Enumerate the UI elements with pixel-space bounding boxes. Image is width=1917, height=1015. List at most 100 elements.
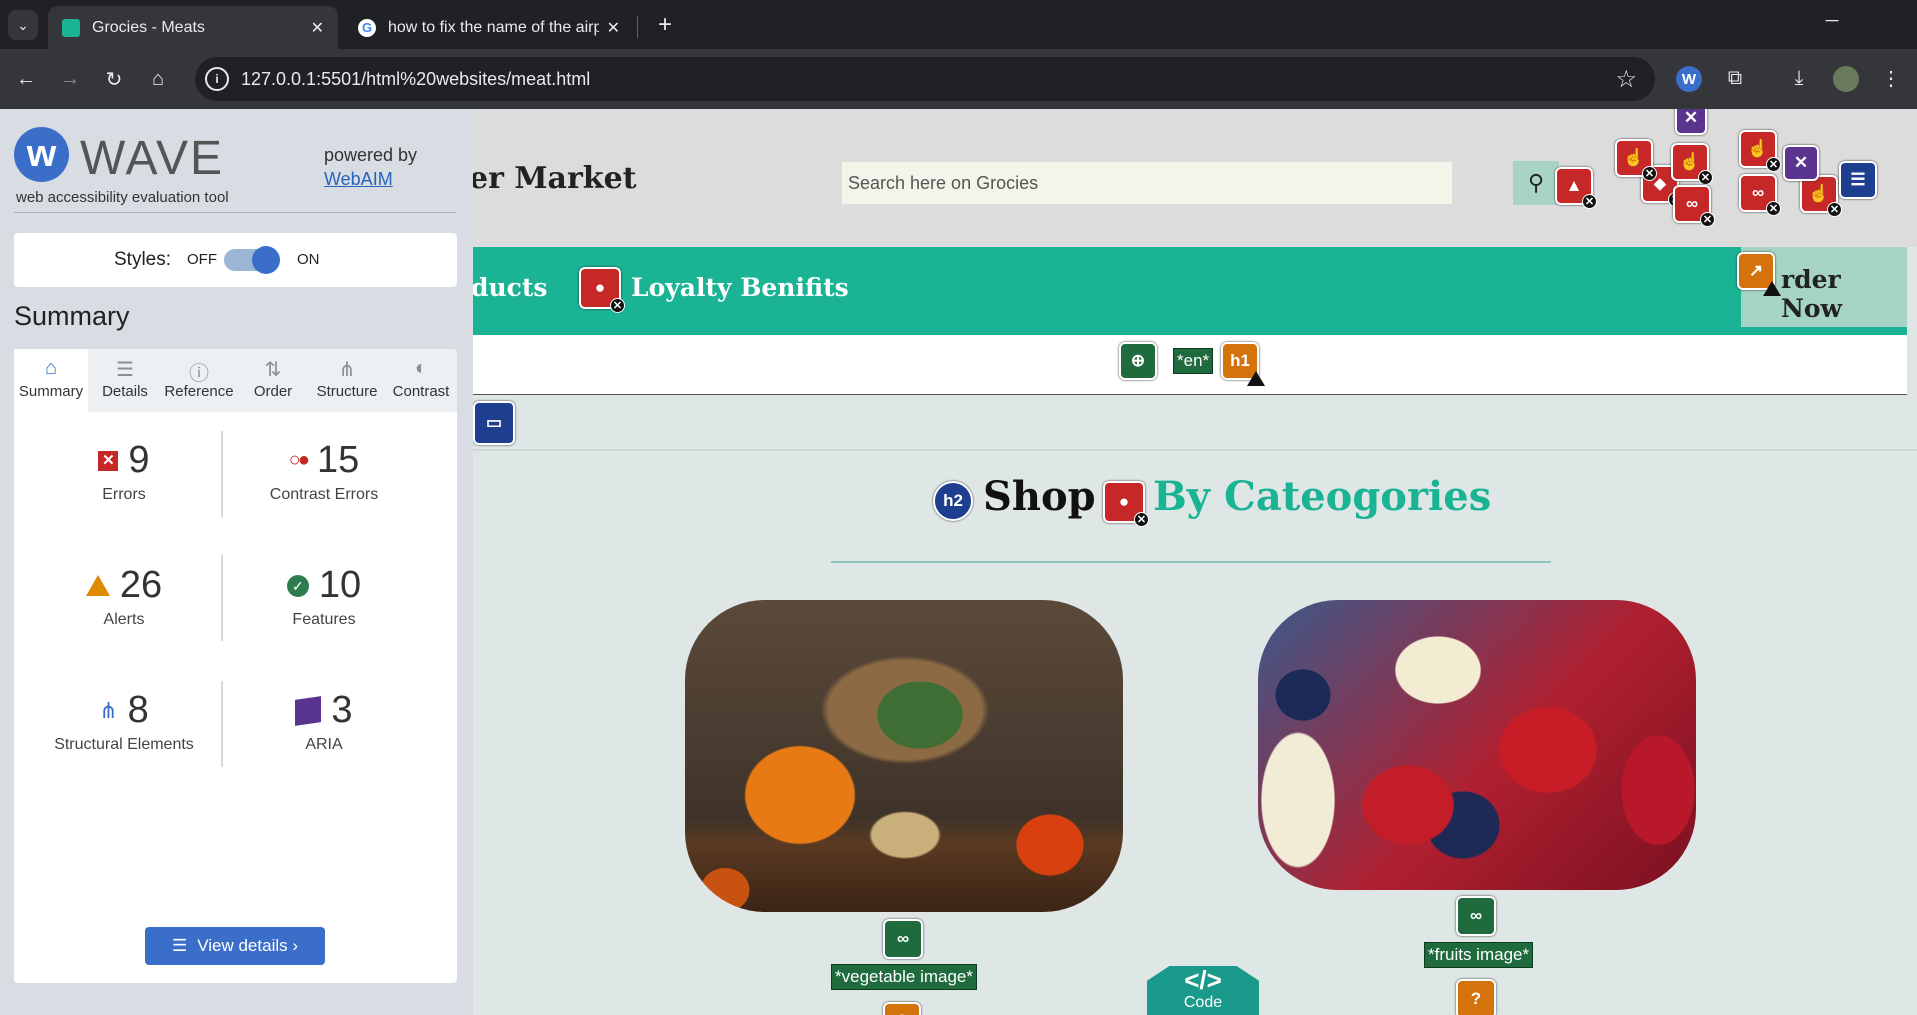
- tab-summary[interactable]: ⌂ Summary: [14, 349, 88, 412]
- stat-errors[interactable]: ✕ 9 Errors: [29, 439, 219, 504]
- shop-heading-accent: By Cateogories: [1153, 473, 1492, 520]
- wave-code-toggle-button[interactable]: </> Code: [1147, 966, 1259, 1015]
- fruit-category-image[interactable]: [1258, 600, 1696, 890]
- forward-icon[interactable]: →: [54, 63, 86, 95]
- stat-features[interactable]: ✓ 10 Features: [229, 564, 419, 629]
- view-details-label: View details ›: [197, 936, 299, 955]
- tab-reference[interactable]: ⓘ Reference: [162, 349, 236, 412]
- address-bar[interactable]: i 127.0.0.1:5501/html%20websites/meat.ht…: [195, 57, 1655, 101]
- tab-structure[interactable]: ⋔ Structure: [310, 349, 384, 412]
- aria-label: ARIA: [305, 736, 343, 753]
- styles-off-label[interactable]: OFF: [187, 251, 217, 268]
- wave-aria-icon[interactable]: ✕: [1675, 109, 1707, 135]
- styles-on-label[interactable]: ON: [297, 251, 320, 268]
- tab-divider: [637, 16, 638, 38]
- order-icon: ⇅: [264, 359, 282, 381]
- wave-extension-icon[interactable]: W: [1676, 66, 1702, 92]
- tab-details[interactable]: ☰ Details: [88, 349, 162, 412]
- powered-by-text: powered by: [324, 145, 418, 165]
- wave-main-region-icon[interactable]: ▭: [473, 401, 515, 445]
- view-details-button[interactable]: ☰ View details ›: [145, 927, 325, 965]
- alerts-count: 26: [119, 564, 163, 606]
- wave-contrast-error-icon[interactable]: ● ✕: [1103, 481, 1149, 527]
- wave-title: WAVE: [80, 132, 225, 185]
- nav-bar: ducts Loyalty Benifits: [473, 247, 1907, 335]
- wave-h2-icon[interactable]: h2: [933, 481, 973, 521]
- search-input[interactable]: Search here on Grocies: [841, 161, 1453, 205]
- code-label: Code: [1183, 994, 1223, 1011]
- wave-linked-image-icon[interactable]: ∞: [1456, 896, 1496, 936]
- page-viewport: er Market Search here on Grocies ⚲ ducts…: [473, 109, 1917, 1015]
- wave-alert-redundant-link-icon[interactable]: ↗: [1737, 252, 1781, 296]
- errors-count: 9: [128, 439, 150, 481]
- url-text[interactable]: 127.0.0.1:5501/html%20websites/meat.html: [241, 69, 590, 90]
- feature-check-icon: ✓: [286, 574, 309, 597]
- browser-toolbar: ← → ↻ ⌂ i 127.0.0.1:5501/html%20websites…: [0, 49, 1917, 109]
- structural-label: Structural Elements: [54, 736, 194, 753]
- wave-error-link-icon[interactable]: ∞ ✕: [1739, 174, 1781, 216]
- download-icon[interactable]: ⤓: [1784, 63, 1814, 93]
- tab-title: how to fix the name of the airp: [388, 18, 599, 36]
- wave-h1-alert-icon[interactable]: h1: [1221, 342, 1265, 386]
- wave-logo-icon: w: [14, 127, 69, 182]
- wave-contrast-error-icon[interactable]: ● ✕: [579, 267, 625, 313]
- code-icon: </>: [1184, 965, 1222, 995]
- wave-structure-icon[interactable]: ☰: [1839, 161, 1877, 199]
- wave-error-button-icon[interactable]: ☝ ✕: [1739, 130, 1781, 172]
- new-tab-button[interactable]: +: [650, 10, 680, 40]
- structure-icon: ⋔: [99, 697, 118, 723]
- tab-order[interactable]: ⇅ Order: [236, 349, 310, 412]
- vegetable-category-image[interactable]: [685, 600, 1123, 912]
- tab-search-button[interactable]: ⌄: [8, 10, 38, 40]
- features-label: Features: [292, 611, 356, 628]
- wave-error-image-icon[interactable]: ▲ ✕: [1555, 167, 1597, 209]
- back-icon[interactable]: ←: [10, 63, 42, 95]
- stat-aria[interactable]: 3 ARIA: [229, 689, 419, 754]
- close-tab-icon[interactable]: ✕: [607, 18, 620, 38]
- stat-structural[interactable]: ⋔ 8 Structural Elements: [29, 689, 219, 754]
- stat-alerts[interactable]: 26 Alerts: [29, 564, 219, 629]
- grocies-favicon-icon: [62, 18, 80, 37]
- styles-toggle-box: Styles: OFF ON: [14, 233, 457, 287]
- profile-avatar[interactable]: [1833, 66, 1859, 92]
- nav-loyalty-link[interactable]: Loyalty Benifits: [631, 273, 849, 302]
- wave-sidebar: w WAVE web accessibility evaluation tool…: [0, 109, 473, 1015]
- wave-linked-image-icon[interactable]: ∞: [883, 919, 923, 959]
- wave-alert-icon[interactable]: ?: [1456, 979, 1496, 1015]
- wave-error-button-icon[interactable]: ☝ ✕: [1671, 143, 1713, 185]
- tab-grocies-meats[interactable]: Grocies - Meats ✕: [48, 6, 338, 49]
- wave-error-link-icon[interactable]: ∞ ✕: [1673, 185, 1715, 227]
- home-icon: ⌂: [44, 357, 58, 379]
- wave-subtitle: web accessibility evaluation tool: [16, 189, 229, 206]
- wave-language-icon[interactable]: ⊕: [1119, 342, 1157, 380]
- search-icon[interactable]: ⚲: [1513, 161, 1559, 205]
- divider: [221, 431, 223, 517]
- bookmark-star-icon[interactable]: ☆: [1615, 65, 1637, 94]
- styles-toggle-knob[interactable]: [252, 246, 280, 274]
- contrast-label: Contrast Errors: [269, 486, 379, 503]
- minimize-icon[interactable]: ─: [1812, 10, 1852, 31]
- site-brand[interactable]: er Market: [473, 161, 637, 196]
- reload-icon[interactable]: ↻: [98, 63, 130, 95]
- tab-google-search[interactable]: G how to fix the name of the airp ✕: [344, 6, 634, 49]
- wave-alert-icon[interactable]: ?: [883, 1002, 921, 1015]
- close-tab-icon[interactable]: ✕: [311, 18, 324, 38]
- webaim-link[interactable]: WebAIM: [324, 169, 393, 190]
- menu-kebab-icon[interactable]: ⋮: [1876, 63, 1906, 93]
- wave-aria-icon[interactable]: ✕: [1783, 145, 1819, 181]
- structure-icon: ⋔: [338, 359, 356, 381]
- nav-products-link[interactable]: ducts: [473, 273, 548, 302]
- wave-error-button-icon[interactable]: ☝ ✕: [1615, 139, 1657, 181]
- tab-title: Grocies - Meats: [92, 18, 205, 36]
- tab-label: Reference: [164, 383, 234, 400]
- alert-icon: [85, 575, 110, 596]
- site-info-icon[interactable]: i: [205, 67, 229, 91]
- tab-contrast[interactable]: ◐ Contrast: [384, 349, 458, 412]
- home-icon[interactable]: ⌂: [142, 63, 174, 95]
- extensions-puzzle-icon[interactable]: ⧉: [1720, 63, 1750, 93]
- contrast-error-icon: ○●: [288, 449, 310, 471]
- stat-contrast[interactable]: ○● 15 Contrast Errors: [229, 439, 419, 504]
- tab-label: Order: [253, 383, 293, 400]
- divider: [221, 681, 223, 767]
- divider: [473, 449, 1917, 451]
